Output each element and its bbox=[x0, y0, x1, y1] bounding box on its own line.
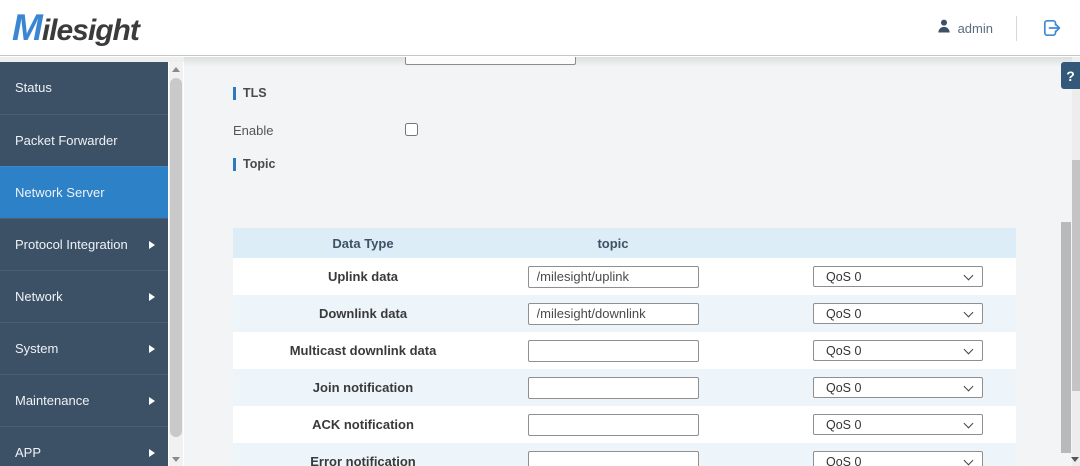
tls-enable-checkbox[interactable] bbox=[405, 123, 418, 136]
sidebar-item-network[interactable]: Network bbox=[0, 270, 168, 322]
chevron-right-icon bbox=[149, 448, 155, 457]
section-header-tls: TLS bbox=[233, 86, 267, 100]
logo-text: ilesight bbox=[41, 14, 140, 47]
row-label: Uplink data bbox=[327, 269, 399, 284]
chevron-down-icon bbox=[963, 307, 974, 318]
qos-select-error[interactable]: QoS 0 bbox=[813, 451, 983, 466]
qos-select-join[interactable]: QoS 0 bbox=[813, 377, 983, 398]
qos-select-multicast[interactable]: QoS 0 bbox=[813, 340, 983, 361]
topic-input-error[interactable] bbox=[527, 450, 699, 466]
header-user-area: admin bbox=[936, 0, 1064, 56]
sidebar-item-system[interactable]: System bbox=[0, 322, 168, 374]
chevron-down-icon bbox=[963, 344, 974, 355]
table-row-error: Error notification QoS 0 bbox=[233, 443, 1016, 466]
sidebar-item-label: Status bbox=[15, 80, 52, 95]
row-label: Downlink data bbox=[318, 306, 408, 321]
qos-value: QoS 0 bbox=[826, 417, 862, 432]
row-label: Multicast downlink data bbox=[289, 343, 437, 358]
topic-table: Data Type topic Uplink data QoS 0 Downli… bbox=[233, 228, 1016, 466]
arrow-up-icon bbox=[172, 66, 180, 72]
page-scrollbar bbox=[1072, 89, 1080, 466]
sidebar-item-label: Network bbox=[15, 289, 63, 304]
section-accent-bar bbox=[233, 86, 236, 100]
column-header-data-type: Data Type bbox=[332, 235, 394, 251]
chevron-right-icon bbox=[149, 240, 155, 249]
sidebar-item-maintenance[interactable]: Maintenance bbox=[0, 374, 168, 426]
table-row-ack: ACK notification QoS 0 bbox=[233, 406, 1016, 443]
sidebar-item-label: APP bbox=[15, 445, 42, 460]
qos-select-downlink[interactable]: QoS 0 bbox=[813, 303, 983, 324]
sidebar-item-label: Protocol Integration bbox=[15, 237, 128, 252]
section-title: Topic bbox=[243, 157, 276, 171]
chevron-right-icon bbox=[149, 396, 155, 405]
sidebar-item-protocol-integration[interactable]: Protocol Integration bbox=[0, 218, 168, 270]
row-label: Error notification bbox=[310, 454, 416, 466]
row-label: ACK notification bbox=[312, 417, 414, 432]
section-accent-bar bbox=[233, 157, 236, 171]
user-icon bbox=[936, 18, 952, 39]
milesight-logo: Milesight bbox=[12, 7, 140, 49]
cutoff-input-above[interactable] bbox=[405, 57, 576, 65]
table-row-multicast: Multicast downlink data QoS 0 bbox=[233, 332, 1016, 369]
sidebar-item-status[interactable]: Status bbox=[0, 62, 168, 114]
column-header-topic: topic bbox=[597, 235, 629, 251]
topic-input-ack[interactable] bbox=[527, 413, 699, 436]
row-label: Join notification bbox=[312, 380, 414, 395]
header-divider bbox=[1016, 15, 1017, 41]
topic-input-join[interactable] bbox=[527, 376, 699, 399]
topic-input-multicast[interactable] bbox=[527, 339, 699, 362]
qos-value: QoS 0 bbox=[826, 306, 862, 321]
content-scrollbar-thumb[interactable] bbox=[1061, 222, 1071, 453]
enable-label: Enable bbox=[233, 123, 274, 138]
chevron-down-icon bbox=[963, 270, 974, 281]
qos-value: QoS 0 bbox=[826, 269, 862, 284]
section-header-topic: Topic bbox=[233, 157, 275, 171]
sidebar-scrollbar-thumb[interactable] bbox=[170, 78, 182, 437]
qos-select-ack[interactable]: QoS 0 bbox=[813, 414, 983, 435]
sidebar-item-label: Network Server bbox=[15, 185, 105, 200]
page-scrollbar-thumb[interactable] bbox=[1072, 160, 1080, 391]
help-button[interactable]: ? bbox=[1061, 62, 1080, 89]
arrow-down-icon bbox=[172, 456, 180, 462]
qos-value: QoS 0 bbox=[826, 380, 862, 395]
logout-button[interactable] bbox=[1040, 16, 1064, 40]
chevron-down-icon bbox=[963, 418, 974, 429]
qos-value: QoS 0 bbox=[826, 343, 862, 358]
section-title: TLS bbox=[243, 86, 267, 100]
main-content: TLS Enable Topic Data Type topic Uplink … bbox=[184, 57, 1072, 466]
qos-select-uplink[interactable]: QoS 0 bbox=[813, 266, 983, 287]
sidebar-item-label: System bbox=[15, 341, 59, 356]
sidebar-item-network-server[interactable]: Network Server bbox=[0, 166, 168, 218]
logo-m: M bbox=[12, 7, 43, 48]
app-header: Milesight admin bbox=[0, 0, 1080, 56]
content-scroll-down-icon[interactable] bbox=[1071, 457, 1079, 462]
sidebar-item-packet-forwarder[interactable]: Packet Forwarder bbox=[0, 114, 168, 166]
app-window: Milesight admin Status Packet Forwarder … bbox=[0, 0, 1080, 466]
table-row-uplink: Uplink data QoS 0 bbox=[233, 258, 1016, 295]
chevron-right-icon bbox=[149, 292, 155, 301]
qos-value: QoS 0 bbox=[826, 454, 862, 466]
chevron-right-icon bbox=[149, 344, 155, 353]
table-row-downlink: Downlink data QoS 0 bbox=[233, 295, 1016, 332]
chevron-down-icon bbox=[963, 381, 974, 392]
topic-input-uplink[interactable] bbox=[527, 265, 699, 288]
scroll-down-button[interactable] bbox=[169, 452, 183, 466]
table-header-row: Data Type topic bbox=[233, 228, 1016, 258]
sidebar-item-app[interactable]: APP bbox=[0, 426, 168, 466]
sidebar-nav: Status Packet Forwarder Network Server P… bbox=[0, 62, 168, 466]
scroll-up-button[interactable] bbox=[169, 62, 183, 76]
chevron-down-icon bbox=[963, 455, 974, 466]
sidebar-item-label: Packet Forwarder bbox=[15, 133, 118, 148]
sidebar-item-label: Maintenance bbox=[15, 393, 90, 408]
sidebar-scrollbar bbox=[169, 62, 183, 466]
table-row-join: Join notification QoS 0 bbox=[233, 369, 1016, 406]
topic-input-downlink[interactable] bbox=[527, 302, 699, 325]
username-label: admin bbox=[957, 20, 993, 36]
